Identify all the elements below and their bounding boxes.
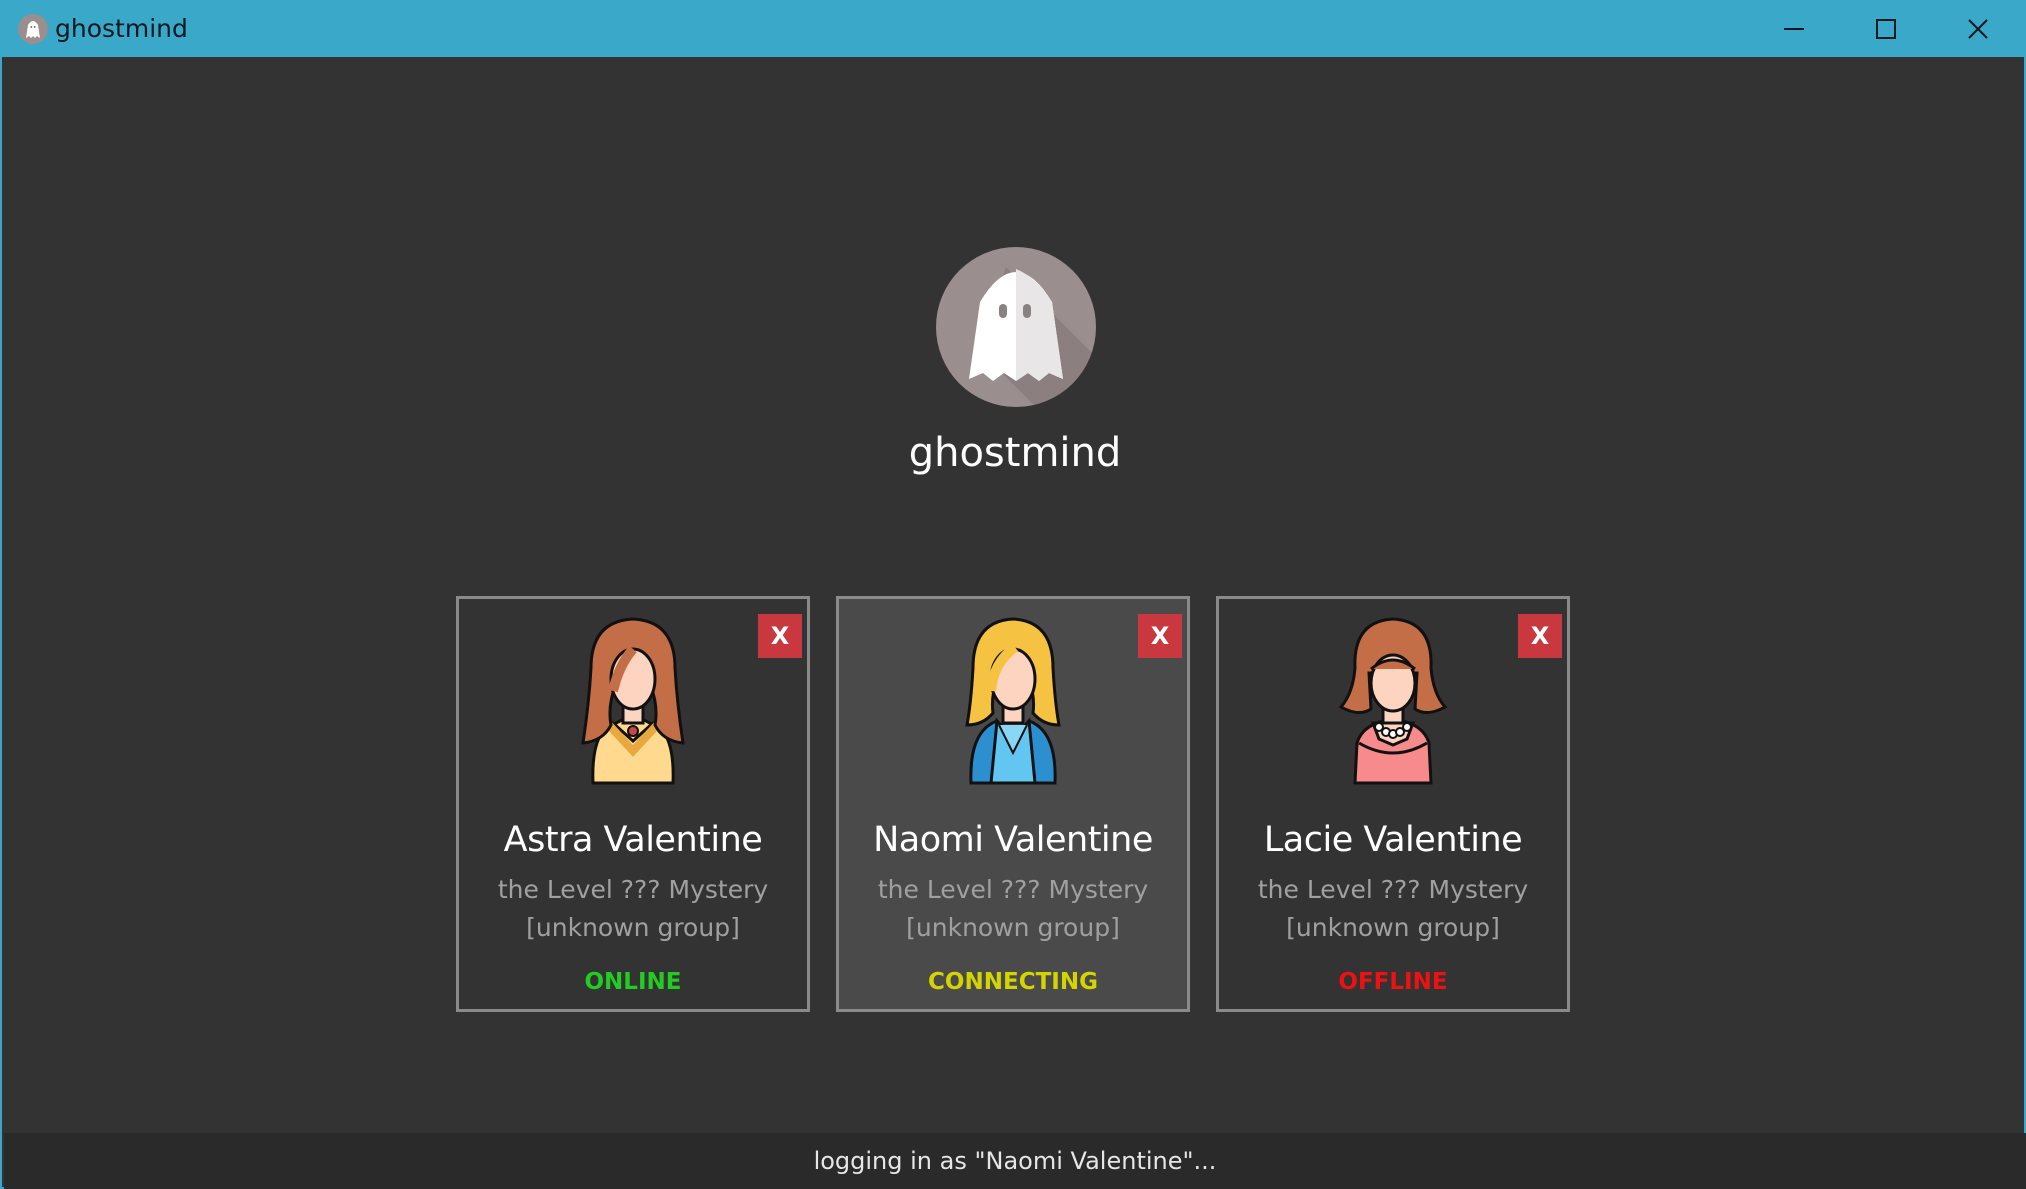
- account-level: the Level ??? Mystery: [1257, 875, 1529, 904]
- account-level: the Level ??? Mystery: [877, 875, 1149, 904]
- maximize-button[interactable]: [1840, 0, 1932, 57]
- profile-username: ghostmind: [908, 430, 1122, 476]
- title-bar[interactable]: ghostmind: [2, 0, 2026, 57]
- female-avatar-icon: [581, 617, 685, 785]
- close-icon: [1968, 18, 1988, 39]
- remove-account-button[interactable]: X: [1138, 614, 1182, 658]
- minimize-button[interactable]: [1748, 0, 1840, 57]
- status-badge: ONLINE: [584, 969, 682, 995]
- remove-account-button[interactable]: X: [1518, 614, 1562, 658]
- account-description: the Level ??? Mystery [unknown group]: [839, 871, 1187, 947]
- remove-account-button[interactable]: X: [758, 614, 802, 658]
- account-description: the Level ??? Mystery [unknown group]: [1219, 871, 1567, 947]
- account-card-naomi[interactable]: X Naomi Valentine the Level ??? Mystery …: [836, 596, 1190, 1012]
- account-group: [unknown group]: [1286, 913, 1500, 942]
- status-bar: logging in as "Naomi Valentine"...: [4, 1133, 2026, 1189]
- account-card-astra[interactable]: X Astra Valentine the Level ??? Mystery …: [456, 596, 810, 1012]
- maximize-icon: [1876, 18, 1896, 39]
- female-avatar-icon: [965, 617, 1061, 785]
- profile-avatar: [936, 247, 1096, 407]
- account-card-lacie[interactable]: X Lacie Valentine the Level ??? Mystery …: [1216, 596, 1570, 1012]
- account-name: Lacie Valentine: [1263, 820, 1523, 860]
- ghost-icon: [18, 14, 48, 44]
- status-badge: OFFLINE: [1338, 969, 1448, 995]
- status-bar-text: logging in as "Naomi Valentine"...: [813, 1147, 1217, 1175]
- window-title: ghostmind: [55, 14, 188, 43]
- female-avatar-icon: [1338, 617, 1448, 785]
- minimize-icon: [1784, 27, 1804, 30]
- account-description: the Level ??? Mystery [unknown group]: [459, 871, 807, 947]
- close-window-button[interactable]: [1932, 0, 2024, 57]
- account-group: [unknown group]: [906, 913, 1120, 942]
- status-badge: CONNECTING: [928, 969, 1098, 995]
- account-level: the Level ??? Mystery: [497, 875, 769, 904]
- account-name: Naomi Valentine: [873, 820, 1153, 860]
- ghost-icon: [969, 267, 1096, 407]
- app-window: ghostmind ghostmind X Astra Valentine th…: [0, 0, 2026, 1189]
- account-group: [unknown group]: [526, 913, 740, 942]
- account-name: Astra Valentine: [503, 820, 763, 860]
